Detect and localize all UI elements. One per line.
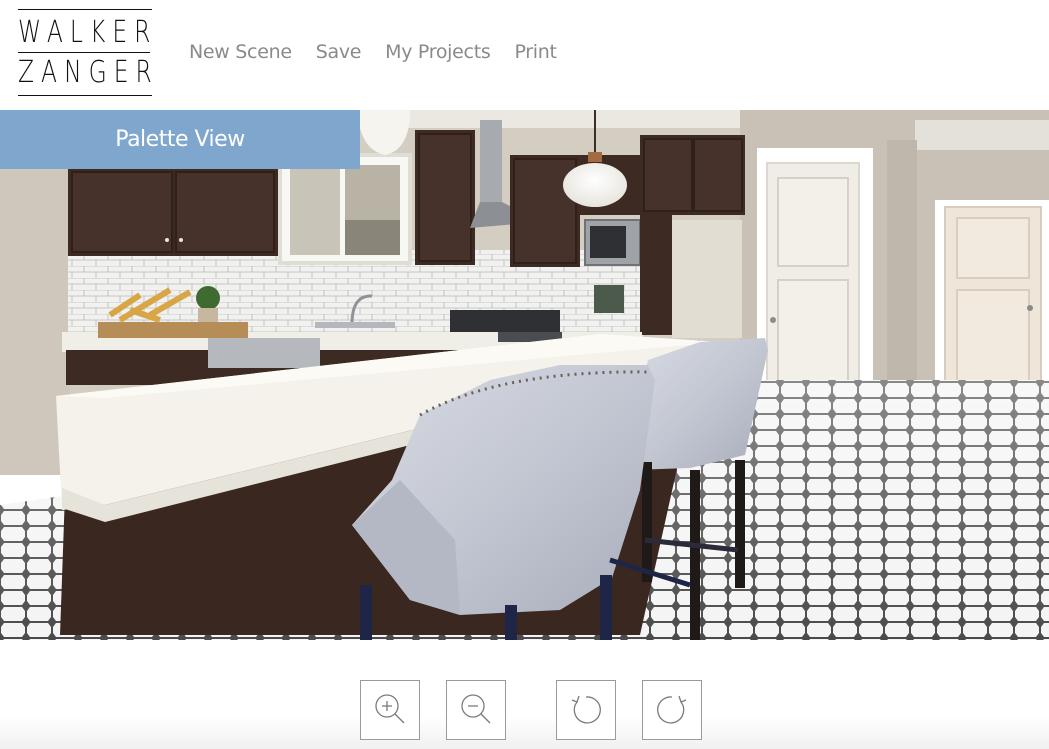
logo-divider xyxy=(18,52,150,53)
kitchen-scene-viewer[interactable] xyxy=(0,110,1049,640)
zoom-out-icon xyxy=(461,694,491,724)
nav-save[interactable]: Save xyxy=(316,41,362,63)
zoom-in-button[interactable] xyxy=(360,680,420,740)
scene-controls-bar xyxy=(0,640,1049,749)
rotate-right-icon xyxy=(657,695,687,724)
walker-zanger-logo[interactable]: WALKER ZANGER xyxy=(18,9,152,96)
nav-new-scene[interactable]: New Scene xyxy=(189,41,292,63)
nav-my-projects[interactable]: My Projects xyxy=(385,41,491,63)
nav-print[interactable]: Print xyxy=(514,41,557,63)
zoom-out-button[interactable] xyxy=(446,680,506,740)
rotate-right-button[interactable] xyxy=(642,680,702,740)
palette-view-tab[interactable]: Palette View xyxy=(0,110,360,169)
main-nav: New Scene Save My Projects Print xyxy=(189,41,581,63)
logo-line-2: ZANGER xyxy=(18,55,159,90)
zoom-in-icon xyxy=(375,694,405,724)
rotate-left-icon xyxy=(571,695,601,724)
rotate-left-button[interactable] xyxy=(556,680,616,740)
logo-line-1: WALKER xyxy=(18,15,158,50)
